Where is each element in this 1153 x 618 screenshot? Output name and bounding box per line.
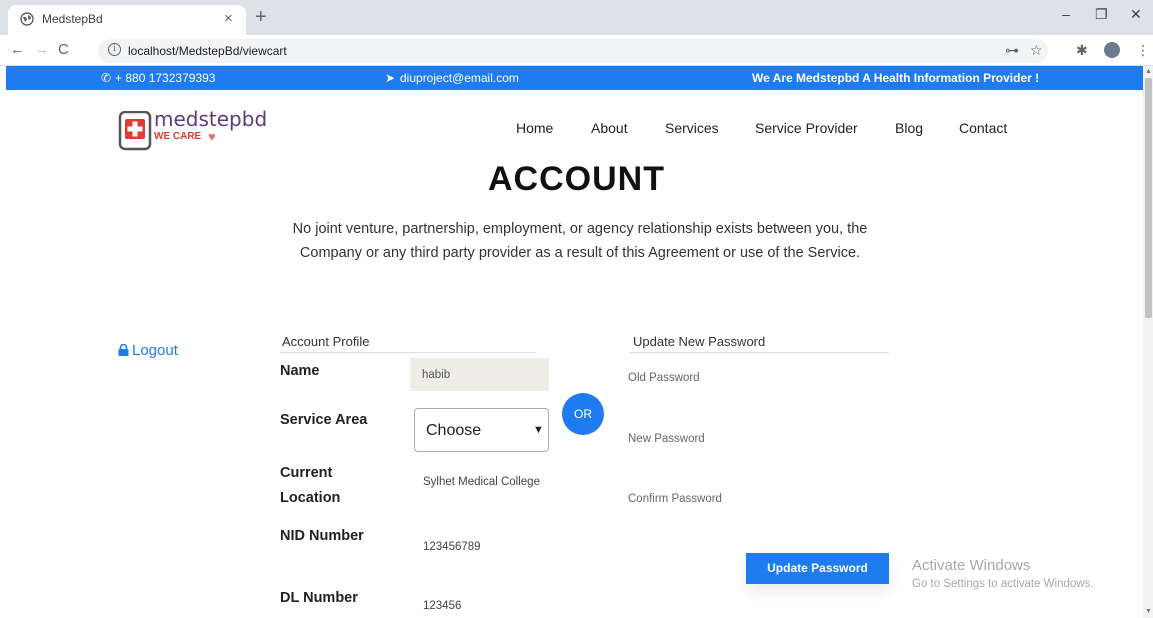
activate-windows-subtitle: Go to Settings to activate Windows. xyxy=(912,578,1094,590)
profile-avatar[interactable] xyxy=(1104,42,1120,58)
address-bar[interactable]: i localhost/MedstepBd/viewcart xyxy=(98,39,1048,63)
current-location-value: Sylhet Medical College xyxy=(423,476,540,488)
reload-icon[interactable]: C xyxy=(58,41,69,58)
logout-label: Logout xyxy=(132,342,178,359)
confirm-password-input[interactable]: Confirm Password xyxy=(622,481,889,521)
top-info-bar: ✆ + 880 1732379393 ➤ diuproject@email.co… xyxy=(6,66,1143,90)
password-key-icon[interactable]: ⊶ xyxy=(1005,42,1019,59)
service-area-select[interactable]: Choose ▼ xyxy=(414,408,549,452)
logo-text: medstepbd xyxy=(154,107,268,131)
old-password-input[interactable]: Old Password xyxy=(622,360,889,400)
nav-service-provider[interactable]: Service Provider xyxy=(755,120,858,136)
tab-title: MedstepBd xyxy=(42,12,103,26)
service-area-value: Choose xyxy=(426,422,482,439)
email-address: diuproject@email.com xyxy=(400,71,519,85)
dl-number-label: DL Number xyxy=(280,590,358,606)
name-field[interactable]: habib xyxy=(410,358,549,391)
current-location-label-line2: Location xyxy=(280,490,341,506)
old-password-placeholder: Old Password xyxy=(628,372,700,384)
nid-number-label: NID Number xyxy=(280,528,364,544)
back-icon[interactable]: ← xyxy=(10,41,25,58)
extensions-puzzle-icon[interactable]: ✱ xyxy=(1076,42,1088,59)
service-area-label: Service Area xyxy=(280,412,368,428)
nav-home[interactable]: Home xyxy=(516,120,553,136)
phone-icon: ✆ xyxy=(101,71,112,85)
update-password-heading: Update New Password xyxy=(633,334,766,349)
browser-toolbar: ← → C i localhost/MedstepBd/viewcart ⊶ ☆… xyxy=(0,35,1153,66)
nav-blog[interactable]: Blog xyxy=(895,120,923,136)
logout-link[interactable]: Logout xyxy=(118,342,178,359)
dl-number-value: 123456 xyxy=(423,600,462,612)
scrollbar-thumb[interactable] xyxy=(1145,78,1152,318)
update-password-button[interactable]: Update Password xyxy=(746,553,889,584)
new-tab-button[interactable]: + xyxy=(255,6,267,29)
nav-services[interactable]: Services xyxy=(665,120,719,136)
nid-number-value: 123456789 xyxy=(423,541,481,553)
window-close-button[interactable]: ✕ xyxy=(1130,6,1142,23)
intro-text: No joint venture, partnership, employmen… xyxy=(292,221,868,261)
browser-tab[interactable]: MedstepBd × xyxy=(8,5,246,35)
globe-icon xyxy=(20,12,34,26)
heart-icon: ♥ xyxy=(208,129,216,144)
divider xyxy=(280,352,536,353)
tab-close-icon[interactable]: × xyxy=(224,10,233,27)
phone-medical-icon xyxy=(118,111,152,151)
name-value: habib xyxy=(422,369,451,381)
confirm-password-placeholder: Confirm Password xyxy=(628,493,722,505)
site-info-icon[interactable]: i xyxy=(108,43,121,56)
bookmark-star-icon[interactable]: ☆ xyxy=(1030,42,1043,59)
nav-about[interactable]: About xyxy=(591,120,628,136)
site-logo[interactable]: medstepbd WE CARE ♥ xyxy=(118,107,278,151)
page-title: ACCOUNT xyxy=(488,160,665,198)
window-minimize-button[interactable]: – xyxy=(1062,6,1070,22)
url-text: localhost/MedstepBd/viewcart xyxy=(128,44,287,58)
nav-contact[interactable]: Contact xyxy=(959,120,1007,136)
lock-icon xyxy=(118,344,129,356)
current-location-label-line1: Current xyxy=(280,465,333,481)
scroll-up-icon[interactable]: ▲ xyxy=(1145,68,1152,75)
forward-icon[interactable]: → xyxy=(34,41,49,58)
browser-tab-strip: MedstepBd × + – ❐ ✕ xyxy=(0,0,1153,35)
phone-number: + 880 1732379393 xyxy=(115,71,216,85)
divider xyxy=(630,352,889,353)
window-restore-button[interactable]: ❐ xyxy=(1095,6,1108,23)
browser-menu-icon[interactable]: ⋮ xyxy=(1136,42,1150,59)
tagline-marquee: We Are Medstepbd A Health Information Pr… xyxy=(752,71,1040,85)
new-password-placeholder: New Password xyxy=(628,433,705,445)
activate-windows-title: Activate Windows xyxy=(912,557,1031,574)
name-label: Name xyxy=(280,363,320,379)
logo-tagline: WE CARE xyxy=(154,131,202,142)
chevron-down-icon: ▼ xyxy=(533,424,544,436)
new-password-input[interactable]: New Password xyxy=(622,421,889,461)
account-profile-heading: Account Profile xyxy=(282,334,370,349)
paper-plane-icon: ➤ xyxy=(385,71,396,85)
scroll-down-icon[interactable]: ▼ xyxy=(1145,608,1152,615)
or-badge: OR xyxy=(562,393,604,435)
